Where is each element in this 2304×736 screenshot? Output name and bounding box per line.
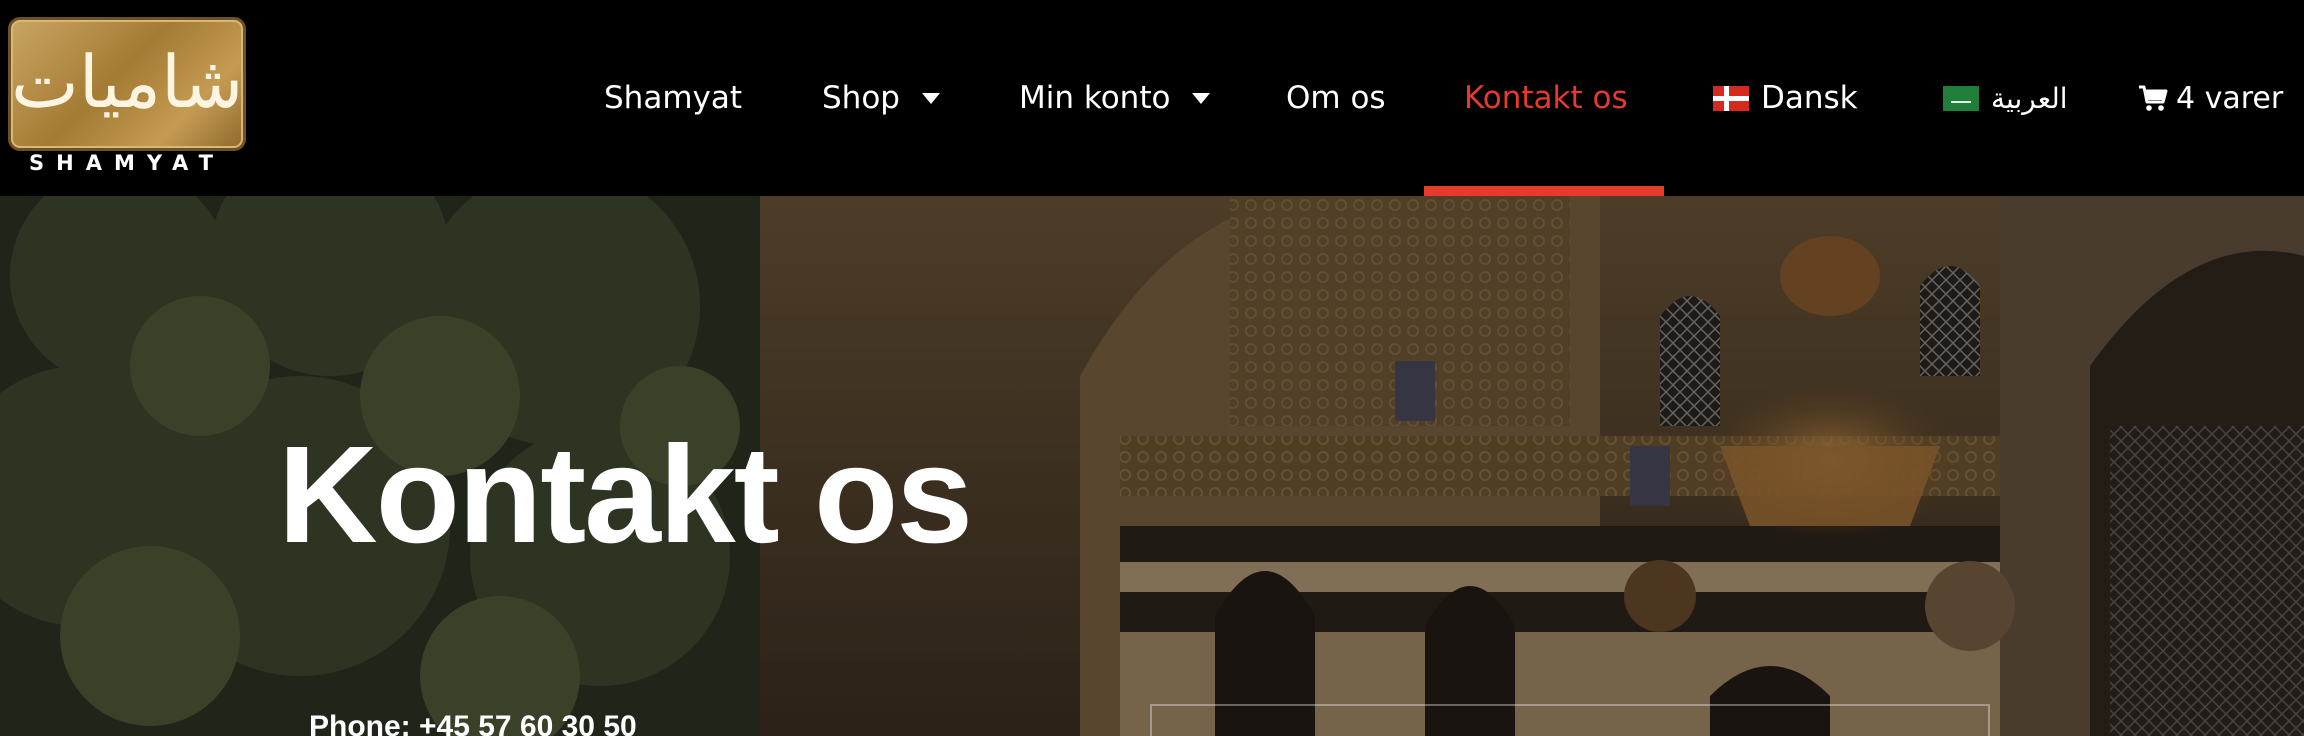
nav-item-label: Om os	[1286, 80, 1386, 116]
active-nav-indicator	[1424, 186, 1664, 196]
cart-button[interactable]: 4 varer	[2138, 0, 2283, 196]
page-title: Kontakt os	[278, 418, 973, 572]
logo-text: SHAMYAT	[29, 151, 225, 175]
contact-form-box	[1150, 704, 1990, 736]
cart-icon	[2139, 85, 2168, 111]
site-logo[interactable]: شاميات	[8, 17, 246, 151]
hero-banner: Kontakt os Phone: +45 57 60 30 50	[0, 196, 2304, 736]
nav-item-shop[interactable]: Shop	[822, 0, 940, 196]
site-header: شاميات SHAMYAT Shamyat Shop Min konto Om…	[0, 0, 2304, 196]
language-label: Dansk	[1761, 80, 1858, 116]
nav-item-label: Shamyat	[604, 80, 743, 116]
nav-item-label: Min konto	[1019, 80, 1171, 116]
nav-item-om-os[interactable]: Om os	[1286, 0, 1386, 196]
nav-item-min-konto[interactable]: Min konto	[1019, 0, 1211, 196]
nav-item-shamyat[interactable]: Shamyat	[604, 0, 742, 196]
language-danish[interactable]: Dansk	[1713, 0, 1858, 196]
saudi-flag-icon	[1943, 85, 1979, 111]
nav-item-kontakt-os[interactable]: Kontakt os	[1464, 0, 1628, 196]
phone-number[interactable]: Phone: +45 57 60 30 50	[309, 710, 637, 736]
logo-arabic-mark: شاميات	[11, 40, 244, 124]
nav-item-label: Kontakt os	[1464, 80, 1628, 116]
language-label: العربية	[1991, 81, 2068, 115]
nav-item-label: Shop	[822, 80, 900, 116]
language-arabic[interactable]: العربية	[1943, 0, 2068, 196]
cart-count: 4 varer	[2176, 80, 2284, 116]
caret-down-icon	[1192, 92, 1211, 104]
caret-down-icon	[921, 92, 940, 104]
denmark-flag-icon	[1713, 85, 1749, 111]
